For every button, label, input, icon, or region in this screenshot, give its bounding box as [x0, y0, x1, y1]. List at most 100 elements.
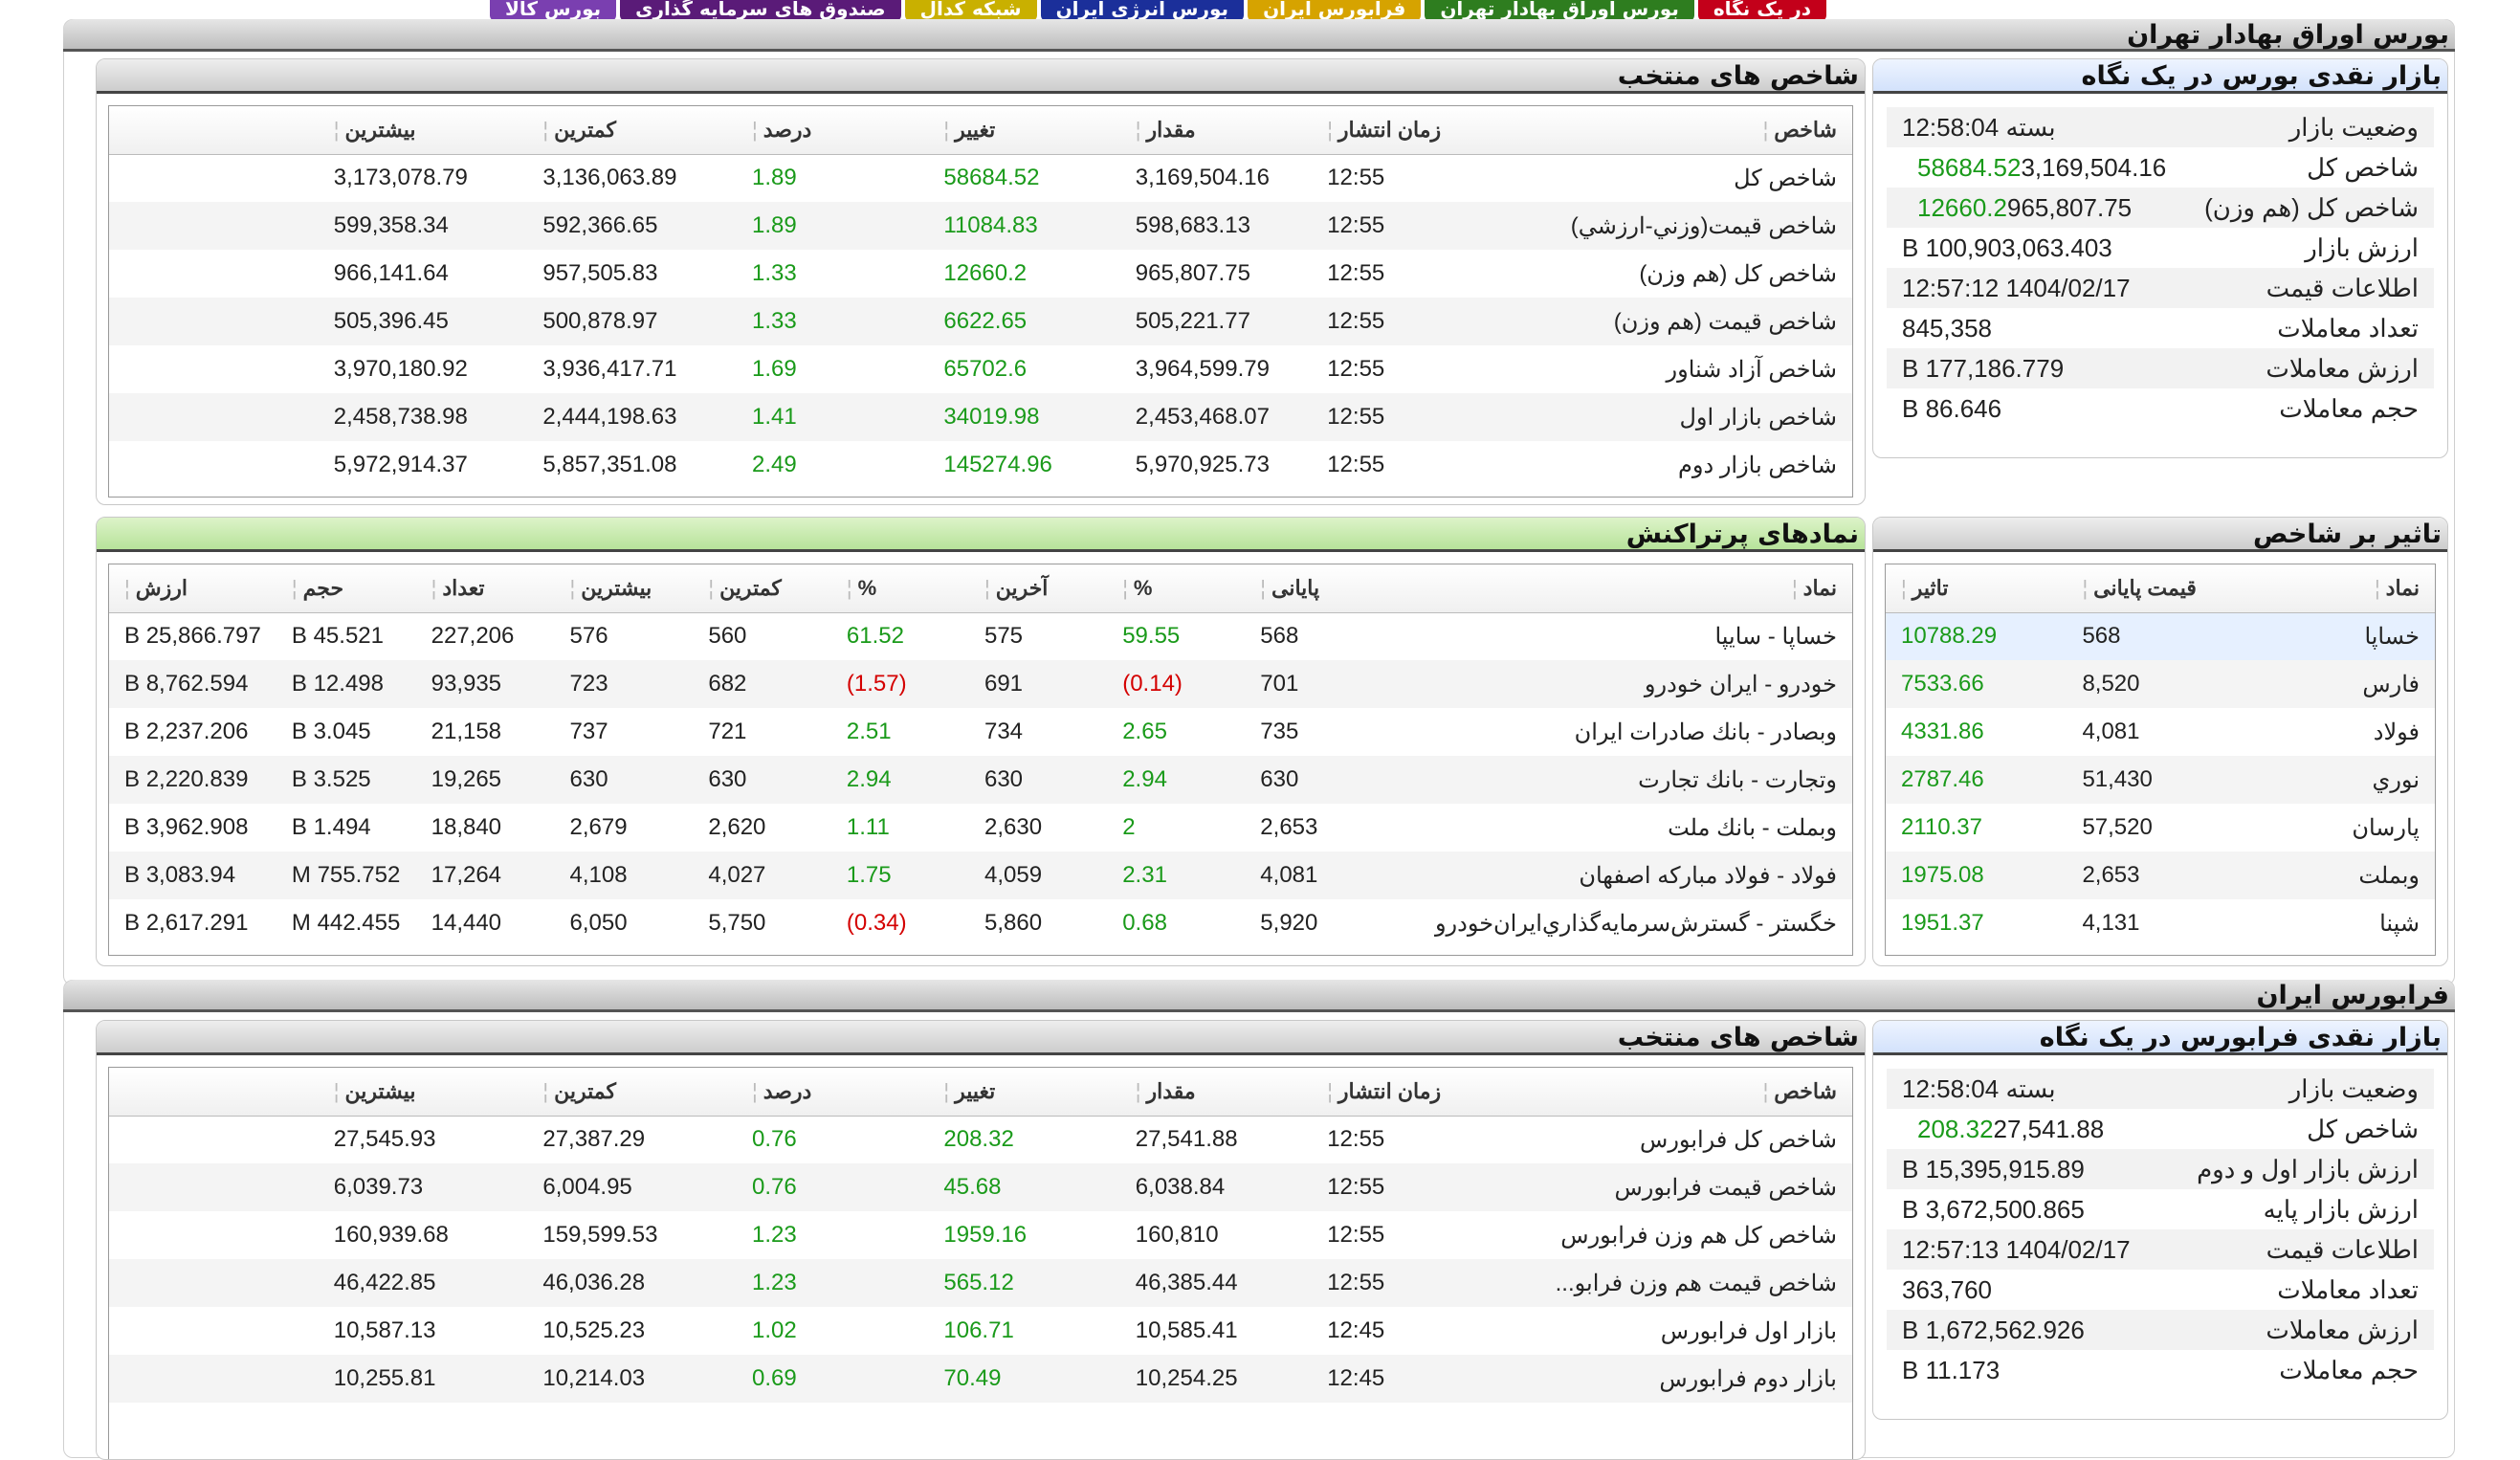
- table-cell: 1.11: [846, 814, 890, 840]
- table-row[interactable]: شاخص آزاد شناور 12:55 3,964,599.79 65702.6 1…: [109, 345, 1852, 393]
- column-header[interactable]: %¦: [830, 564, 969, 613]
- table-row[interactable]: خودرو - ايران خودرو 701 (0.14) 691 (1.57) 682…: [109, 660, 1852, 708]
- row-name[interactable]: شاخص كل (هم وزن): [1504, 250, 1852, 298]
- table-row[interactable]: فولاد - فولاد مباركه اصفهان 4,081 2.31 4,05…: [109, 852, 1852, 899]
- row-name[interactable]: شاخص آزاد شناور: [1504, 345, 1852, 393]
- column-header[interactable]: تعداد¦: [415, 564, 555, 613]
- table-row[interactable]: بازار اول فرابورس 12:45 10,585.41 106.71 1.0…: [109, 1307, 1852, 1355]
- column-header[interactable]: نماد¦: [1382, 564, 1852, 613]
- column-header[interactable]: کمترین¦: [527, 106, 737, 155]
- row-name[interactable]: شاخص كل: [1504, 154, 1852, 202]
- row-name[interactable]: فارس: [2247, 660, 2435, 708]
- table-row[interactable]: وبملت - بانك ملت 2,653 2 2,630 1.11 2,620 2,67…: [109, 804, 1852, 852]
- column-header[interactable]: بیشترین¦: [318, 106, 528, 155]
- row-name[interactable]: شاخص بازار اول: [1503, 393, 1852, 441]
- column-header-label: پایانی: [1271, 575, 1320, 600]
- row-name[interactable]: بازار دوم فرابورس: [1503, 1355, 1852, 1403]
- tab-tehran-stock-exchange[interactable]: بورس اوراق بهادار تهران: [1425, 0, 1694, 21]
- column-header[interactable]: بیشترین¦: [318, 1068, 528, 1117]
- table-cell: 12.498 B: [276, 660, 416, 708]
- row-name[interactable]: نوري: [2247, 756, 2435, 804]
- column-header[interactable]: درصد¦: [736, 1068, 929, 1117]
- row-name[interactable]: شاخص قيمت(وزني-ارزشي): [1503, 202, 1852, 250]
- row-name[interactable]: شاخص قيمت فرابورس: [1503, 1163, 1852, 1211]
- row-name[interactable]: وبملت - بانك ملت: [1382, 804, 1852, 852]
- row-name[interactable]: خساپا - سايپا: [1382, 612, 1852, 660]
- table-row[interactable]: بازار دوم فرابورس 12:45 10,254.25 70.49 0.69…: [109, 1355, 1852, 1403]
- table-row[interactable]: شاخص بازار دوم 12:55 5,970,925.73 145274.96…: [109, 441, 1852, 489]
- tab-at-a-glance[interactable]: در یک نگاه: [1697, 0, 1826, 21]
- table-row[interactable]: وتجارت - بانك تجارت 630 2.94 630 2.94 630 630 1…: [109, 756, 1852, 804]
- table-row[interactable]: پارسان 57,520 2110.37: [1886, 804, 2435, 852]
- row-name[interactable]: شاخص كل فرابورس: [1504, 1116, 1852, 1163]
- table-row[interactable]: شاخص بازار اول 12:55 2,453,468.07 34019.98 1…: [109, 393, 1852, 441]
- table-row[interactable]: شاخص كل فرابورس 12:55 27,541.88 208.32 0.76 2…: [109, 1116, 1852, 1163]
- row-name[interactable]: فولاد - فولاد مباركه اصفهان: [1382, 852, 1852, 899]
- column-header[interactable]: زمان انتشار¦: [1312, 1068, 1504, 1117]
- table-cell: 45.521 B: [291, 623, 384, 650]
- table-row[interactable]: شاخص كل (هم وزن) 12:55 965,807.75 12660.2 1.…: [109, 250, 1852, 298]
- column-header[interactable]: شاخص¦: [1503, 1068, 1852, 1117]
- row-name[interactable]: خساپا: [2247, 612, 2435, 660]
- table-row[interactable]: فارس 8,520 7533.66: [1886, 660, 2435, 708]
- table-row[interactable]: شاخص قيمت (هم وزن) 12:55 505,221.77 6622.65…: [109, 298, 1852, 345]
- table-cell: (0.14): [1107, 660, 1246, 708]
- column-header[interactable]: درصد¦: [736, 106, 929, 155]
- column-header[interactable]: شاخص¦: [1503, 106, 1852, 155]
- column-header[interactable]: ارزش¦: [109, 564, 276, 613]
- table-row[interactable]: شاخص كل هم وزن فرابورس 12:55 160,810 1959.1…: [109, 1211, 1852, 1259]
- tab-codal[interactable]: شبکه کدال: [904, 0, 1037, 21]
- row-name[interactable]: وبملت: [2247, 852, 2435, 899]
- table-row[interactable]: وبملت 2,653 1975.08: [1886, 852, 2435, 899]
- row-name[interactable]: وتجارت - بانك تجارت: [1382, 756, 1852, 804]
- tab-funds[interactable]: صندوق های سرمایه گذاری: [620, 0, 901, 21]
- row-name[interactable]: خودرو - ايران خودرو: [1382, 660, 1852, 708]
- column-header[interactable]: تغییر¦: [928, 1068, 1120, 1117]
- row-name[interactable]: فولاد: [2248, 708, 2435, 756]
- column-header-label: ارزش: [135, 575, 188, 600]
- row-name[interactable]: شاخص بازار دوم: [1504, 441, 1852, 489]
- column-header[interactable]: حجم¦: [276, 564, 416, 613]
- tse-glance-panel: بازار نقدی بورس در یک نگاه وضعيت بازار بس…: [1872, 58, 2448, 458]
- column-header[interactable]: نماد¦: [2247, 564, 2435, 613]
- table-row[interactable]: شاخص قيمت فرابورس 12:55 6,038.84 45.68 0.76 6…: [109, 1163, 1852, 1211]
- column-header[interactable]: پایانی¦: [1245, 564, 1383, 613]
- table-row[interactable]: شپنا 4,131 1951.37: [1886, 899, 2435, 947]
- row-name[interactable]: وبصادر - بانك صادرات ايران: [1382, 708, 1852, 756]
- tab-energy-exchange[interactable]: بورس انرژی ایران: [1040, 0, 1245, 21]
- column-header[interactable]: مقدار¦: [1119, 1068, 1313, 1117]
- table-cell: 5,970,925.73: [1135, 452, 1270, 477]
- column-header[interactable]: زمان انتشار¦: [1312, 106, 1504, 155]
- glance-value-cell: بسته 12:58:04: [1887, 107, 2188, 147]
- table-row[interactable]: فولاد 4,081 4331.86: [1886, 708, 2435, 756]
- column-header[interactable]: قیمت پایانی¦: [2067, 564, 2248, 613]
- row-name[interactable]: پارسان: [2248, 804, 2435, 852]
- row-name[interactable]: بازار اول فرابورس: [1504, 1307, 1852, 1355]
- table-row[interactable]: نوري 51,430 2787.46: [1886, 756, 2435, 804]
- table-row[interactable]: شاخص قيمت(وزني-ارزشي) 12:55 598,683.13 1108…: [109, 202, 1852, 250]
- table-row[interactable]: شاخص كل 12:55 3,169,504.16 58684.52 1.89 3,13…: [109, 154, 1852, 202]
- table-cell: 1959.16: [943, 1222, 1028, 1248]
- column-header[interactable]: آخرین¦: [968, 564, 1108, 613]
- table-row[interactable]: شاخص قيمت هم وزن فرابو... 12:55 46,385.44 5…: [109, 1259, 1852, 1307]
- column-header[interactable]: تغییر¦: [928, 106, 1120, 155]
- row-name[interactable]: خگستر - گسترش‌سرمايه‌گذاري‌ايران‌خودرو: [1382, 899, 1852, 947]
- column-header[interactable]: تاثیر¦: [1886, 564, 2067, 613]
- column-header[interactable]: کمترین¦: [527, 1068, 737, 1117]
- column-header[interactable]: %¦: [1107, 564, 1246, 613]
- table-row[interactable]: خساپا 568 10788.29: [1886, 612, 2435, 660]
- column-header[interactable]: مقدار¦: [1119, 106, 1313, 155]
- column-header[interactable]: کمترین¦: [693, 564, 831, 613]
- row-name[interactable]: شاخص قيمت هم وزن فرابو...: [1503, 1259, 1852, 1307]
- row-name[interactable]: شاخص كل هم وزن فرابورس: [1504, 1211, 1852, 1259]
- row-name[interactable]: شاخص قيمت (هم وزن): [1503, 298, 1852, 345]
- tab-ifb[interactable]: فرابورس ایران: [1248, 0, 1422, 21]
- tse-indices-panel: شاخص های منتخب شاخص¦ زمان انتشار¦ مقدار¦ تغ…: [96, 58, 1866, 505]
- table-row[interactable]: وبصادر - بانك صادرات ايران 735 2.65 734 2.51…: [109, 708, 1852, 756]
- table-row[interactable]: خساپا - سايپا 568 59.55 575 61.52 560 576 227,2…: [109, 612, 1852, 660]
- column-header[interactable]: بیشترین¦: [554, 564, 694, 613]
- tab-commodity-exchange[interactable]: بورس کالا: [490, 0, 617, 21]
- table-row[interactable]: خگستر - گسترش‌سرمايه‌گذاري‌ايران‌خودرو 5,…: [109, 899, 1852, 947]
- row-name[interactable]: شپنا: [2248, 899, 2435, 947]
- table-cell: 58684.52: [943, 165, 1040, 191]
